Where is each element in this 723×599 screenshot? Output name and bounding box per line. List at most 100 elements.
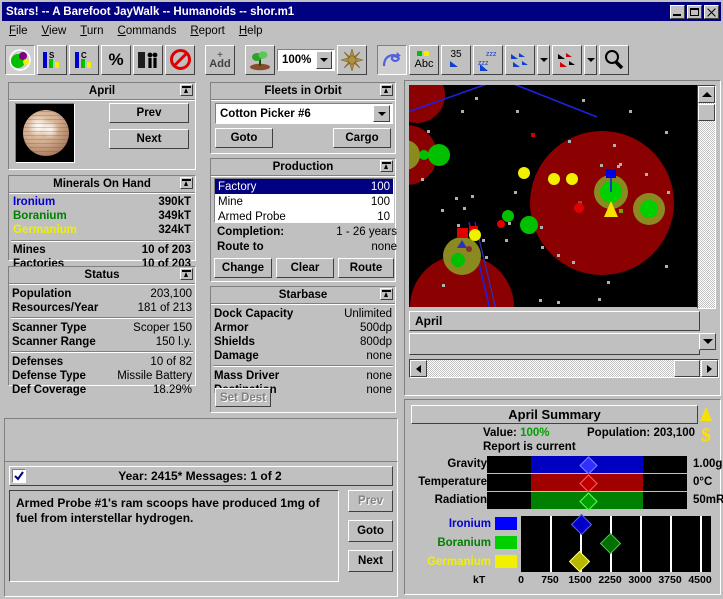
population-value: 203,100 (150, 288, 192, 300)
destination-value: none (366, 384, 392, 396)
production-queue-item[interactable]: Factory 100 (215, 179, 393, 194)
status-row-defenses: Defenses 10 of 82 (9, 355, 195, 369)
planet-panel-title: April (9, 83, 195, 99)
pin-icon[interactable] (380, 288, 393, 300)
chart-point-ironium (571, 514, 592, 535)
scanner-coverage-button[interactable] (337, 45, 367, 75)
mineral-row-germanium: Germanium 324kT (9, 224, 195, 238)
minerals-title-text: Minerals On Hand (53, 178, 151, 190)
planet-view-button[interactable] (5, 45, 35, 75)
menu-item-view[interactable]: View (35, 24, 74, 38)
production-panel: Production Factory 100 Mine 100 Armed Pr… (210, 158, 396, 282)
summary-value-row: Value: 100% (483, 427, 550, 439)
ship-tracks-button[interactable] (377, 45, 407, 75)
next-planet-button[interactable]: Next (109, 129, 189, 149)
surface-minerals-button[interactable]: S (37, 45, 67, 75)
find-button[interactable] (599, 45, 629, 75)
add-waypoint-button[interactable]: +Add (205, 45, 235, 75)
message-spacer-panel (4, 418, 398, 462)
map-horizontal-scrollbar[interactable] (409, 359, 719, 378)
enemy-fleets-dropdown-arrow[interactable] (584, 45, 597, 75)
map-scroll-left-button[interactable] (410, 360, 427, 377)
summary-population-row: Population: 203,100 (587, 427, 695, 439)
mines-value: 10 of 203 (142, 244, 191, 258)
dock-capacity-label: Dock Capacity (214, 308, 293, 320)
prev-planet-button[interactable]: Prev (109, 103, 189, 123)
pin-icon[interactable] (380, 160, 393, 172)
enemy-fleets-button[interactable] (552, 45, 582, 75)
minimize-button[interactable] (670, 5, 685, 19)
queue-item-name: Armed Probe (218, 211, 286, 223)
menu-item-report[interactable]: Report (183, 24, 232, 38)
planet-names-toggle-button[interactable]: Abc (409, 45, 439, 75)
my-fleets-dropdown-arrow[interactable] (537, 45, 550, 75)
map-scroll-up-button[interactable] (698, 86, 715, 103)
production-queue-list[interactable]: Factory 100 Mine 100 Armed Probe 10 (214, 178, 394, 223)
fleets-in-orbit-panel: Fleets in Orbit Cotton Picker #6 Goto Ca… (210, 82, 396, 154)
menu-item-turn[interactable]: Turn (73, 24, 110, 38)
map-horizontal-scroll-thumb[interactable] (674, 360, 700, 377)
production-clear-button[interactable]: Clear (276, 258, 334, 278)
my-fleets-button[interactable] (505, 45, 535, 75)
summary-population-value: 203,100 (653, 427, 695, 439)
fleet-select[interactable]: Cotton Picker #6 (215, 103, 393, 124)
chart-tick: 750 (540, 574, 560, 586)
map-scroll-down-button[interactable] (699, 333, 716, 350)
chart-tick: 3000 (628, 574, 652, 586)
starbase-panel: Starbase Dock Capacity Unlimited Armor 5… (210, 286, 396, 413)
scanner-type-label: Scanner Type (12, 322, 87, 334)
zoom-dropdown-arrow[interactable] (316, 51, 332, 69)
completion-row: Completion: 1 - 26 years (214, 225, 400, 239)
ship-count-button[interactable]: 35 (441, 45, 471, 75)
menu-item-help[interactable]: Help (232, 24, 270, 38)
fleet-goto-button[interactable]: Goto (215, 128, 273, 148)
maximize-button[interactable] (687, 5, 702, 19)
summary-population-label: Population: (587, 427, 650, 439)
status-row-defense-type: Defense Type Missile Battery (9, 369, 195, 383)
planet-names-button[interactable] (245, 45, 275, 75)
pin-icon[interactable] (180, 84, 193, 96)
zoom-level-combo[interactable]: 100% (277, 49, 335, 71)
close-button[interactable] (704, 5, 719, 19)
idle-fleets-button[interactable]: zzz zzz (473, 45, 503, 75)
production-queue-item[interactable]: Mine 100 (215, 194, 393, 209)
summary-title: April Summary (411, 405, 698, 424)
boranium-label: Boranium (13, 210, 67, 224)
chart-tick: 0 (511, 574, 531, 586)
chart-swatch-ironium (495, 517, 517, 530)
summary-collapse-icon[interactable] (698, 405, 714, 423)
message-next-button[interactable]: Next (348, 550, 393, 572)
queue-item-qty: 10 (377, 211, 390, 223)
queue-item-qty: 100 (371, 181, 390, 193)
menu-item-commands[interactable]: Commands (111, 24, 184, 38)
pin-icon[interactable] (180, 268, 193, 280)
ironium-label: Ironium (13, 196, 55, 210)
map-vertical-scroll-thumb[interactable] (698, 104, 715, 121)
production-change-button[interactable]: Change (214, 258, 272, 278)
pin-icon[interactable] (380, 84, 393, 96)
map-scroll-right-button[interactable] (701, 360, 718, 377)
queue-item-name: Mine (218, 196, 243, 208)
population-view-button[interactable] (133, 45, 163, 75)
star-map-canvas[interactable] (409, 85, 700, 307)
fleets-title-text: Fleets in Orbit (264, 85, 341, 97)
map-selected-object-name: April (409, 311, 700, 331)
production-route-button[interactable]: Route (338, 258, 394, 278)
messages-filter-checkbox[interactable] (12, 469, 26, 483)
map-vertical-scrollbar[interactable] (697, 85, 716, 309)
fleet-cargo-button[interactable]: Cargo (333, 128, 391, 148)
mineral-concentration-button[interactable]: C (69, 45, 99, 75)
percent-populated-button[interactable]: % (101, 45, 131, 75)
set-destination-button[interactable]: Set Dest (215, 388, 271, 407)
pin-icon[interactable] (180, 177, 193, 189)
window-title-bar: Stars! -- A Barefoot JayWalk -- Humanoid… (2, 2, 721, 21)
production-queue-item[interactable]: Armed Probe 10 (215, 209, 393, 223)
no-info-button[interactable] (165, 45, 195, 75)
chart-point-germanium (569, 551, 590, 572)
chevron-down-icon[interactable] (373, 105, 390, 122)
message-goto-button[interactable]: Goto (348, 520, 393, 542)
mines-label: Mines (13, 244, 46, 258)
menu-item-file[interactable]: File (2, 24, 35, 38)
minerals-on-hand-panel: Minerals On Hand Ironium 390kT Boranium … (8, 175, 196, 261)
message-prev-button[interactable]: Prev (348, 490, 393, 512)
